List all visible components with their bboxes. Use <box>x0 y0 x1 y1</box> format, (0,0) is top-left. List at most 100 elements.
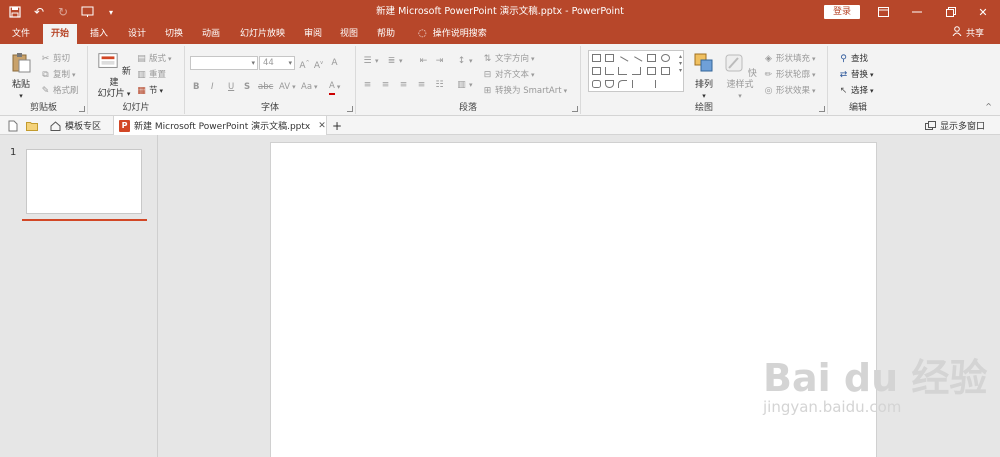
quick-access-toolbar: ↶ ↻ ▾ <box>6 3 120 21</box>
underline-button[interactable]: U <box>228 80 234 94</box>
text-direction-icon: ⇅ <box>483 53 492 64</box>
chevron-down-icon: ▾ <box>288 59 292 67</box>
bold-button[interactable]: B <box>193 80 199 94</box>
line-shape-icon <box>616 56 629 68</box>
numbering-button[interactable]: ≣ ▾ <box>386 54 403 68</box>
tab-design[interactable]: 设计 <box>120 24 154 44</box>
layout-button[interactable]: ▤ 版式 ▾ <box>136 52 171 66</box>
paste-button[interactable]: 粘贴 ▾ <box>6 52 36 102</box>
start-from-beginning-icon[interactable] <box>78 3 96 21</box>
new-slide-button[interactable]: 新建 幻灯片 ▾ <box>94 50 134 100</box>
shape-outline-button[interactable]: ✏ 形状轮廓 ▾ <box>763 68 816 82</box>
align-center-button[interactable]: ≡ <box>380 78 391 92</box>
font-group: ▾ 44 ▾ A^ Av A B I U S abc AV ▾ Aa ▾ A ▾ 字体 <box>185 46 356 114</box>
line-spacing-icon: ↕ <box>457 55 466 66</box>
oval-shape-icon <box>661 54 670 62</box>
tab-view[interactable]: 视图 <box>332 24 366 44</box>
justify-button[interactable]: ≡ <box>416 78 427 92</box>
tab-help[interactable]: 帮助 <box>369 24 403 44</box>
align-text-button[interactable]: ⊟ 对齐文本 ▾ <box>482 68 535 82</box>
bullets-icon: ☰ <box>363 55 372 66</box>
customize-qat-icon[interactable]: ▾ <box>102 3 120 21</box>
section-button[interactable]: ▦ 节 ▾ <box>136 84 163 98</box>
shape-fill-button[interactable]: ◈ 形状填充 ▾ <box>763 52 816 66</box>
new-slide-icon <box>98 53 118 68</box>
quick-styles-button[interactable]: 快速样式 ▾ <box>721 52 759 102</box>
show-multi-window-button[interactable]: 显示多窗口 <box>925 118 985 133</box>
drawing-launcher-icon[interactable] <box>819 106 825 112</box>
font-launcher-icon[interactable] <box>347 106 353 112</box>
increase-font-button[interactable]: A^ <box>299 56 310 71</box>
strikethrough-button[interactable]: abc <box>258 80 273 94</box>
share-label: 共享 <box>965 29 984 39</box>
freeform-shape-icon <box>592 80 601 88</box>
collapse-ribbon-icon[interactable]: ^ <box>985 102 992 111</box>
align-left-icon: ≡ <box>363 79 372 90</box>
close-tab-icon[interactable]: ✕ <box>318 121 326 131</box>
ribbon-display-options-icon[interactable] <box>866 0 900 24</box>
tab-animations[interactable]: 动画 <box>194 24 228 44</box>
font-size-select[interactable]: 44 ▾ <box>259 56 295 70</box>
new-tab-button[interactable]: + <box>332 118 342 133</box>
character-spacing-button[interactable]: AV ▾ <box>279 80 296 94</box>
document-tab[interactable]: P 新建 Microsoft PowerPoint 演示文稿.pptx ✕ <box>113 116 327 135</box>
find-button[interactable]: ⚲ 查找 <box>838 52 868 66</box>
paragraph-launcher-icon[interactable] <box>572 106 578 112</box>
format-painter-button[interactable]: ✎ 格式刷 <box>40 84 79 98</box>
clear-format-button[interactable]: A <box>329 56 340 70</box>
close-icon[interactable]: ✕ <box>966 0 1000 24</box>
decrease-font-button[interactable]: Av <box>313 56 324 71</box>
shadow-button[interactable]: S <box>244 80 250 94</box>
minimize-icon[interactable] <box>900 0 934 24</box>
italic-button[interactable]: I <box>211 80 214 94</box>
login-button[interactable]: 登录 <box>824 5 860 19</box>
arrange-button[interactable]: 排列 ▾ <box>692 52 716 102</box>
ribbon: 粘贴 ▾ ✂ 剪切 ⧉ 复制 ▾ ✎ 格式刷 剪贴板 新建 幻灯片 ▾ ▤ 版式 ▾ ▥ 重置 ▦… <box>0 44 1000 116</box>
tab-home[interactable]: 开始 <box>43 24 78 44</box>
template-zone-tab[interactable]: 模板专区 <box>50 118 101 133</box>
tell-me-search[interactable]: ◌ 操作说明搜索 <box>410 24 495 44</box>
copy-button[interactable]: ⧉ 复制 ▾ <box>40 68 75 82</box>
new-document-icon[interactable] <box>8 118 18 133</box>
smartart-icon: ⊞ <box>483 85 492 96</box>
increase-indent-button[interactable]: ⇥ <box>434 54 445 68</box>
tab-transitions[interactable]: 切换 <box>157 24 191 44</box>
align-right-button[interactable]: ≡ <box>398 78 409 92</box>
slide-thumbnail[interactable] <box>26 149 142 214</box>
editing-group: ⚲ 查找 ⇄ 替换 ▾ ↖ 选择 ▾ 编辑 <box>828 46 888 114</box>
decrease-indent-button[interactable]: ⇤ <box>418 54 429 68</box>
share-button[interactable]: 共享 <box>952 24 984 44</box>
paint-bucket-icon: ◈ <box>765 53 772 64</box>
undo-icon[interactable]: ↶ <box>30 3 48 21</box>
save-icon[interactable] <box>6 3 24 21</box>
change-case-button[interactable]: Aa ▾ <box>301 80 318 94</box>
tab-file[interactable]: 文件 <box>4 24 38 44</box>
redo-icon[interactable]: ↻ <box>54 3 72 21</box>
convert-smartart-button[interactable]: ⊞ 转换为 SmartArt ▾ <box>482 84 567 98</box>
indent-icon: ⇥ <box>435 55 444 66</box>
cut-button[interactable]: ✂ 剪切 <box>40 52 70 66</box>
reset-button[interactable]: ▥ 重置 <box>136 68 166 82</box>
select-button[interactable]: ↖ 选择 ▾ <box>838 84 874 98</box>
gallery-scroll-icon[interactable]: ▴ ▾ ▾ <box>679 53 682 74</box>
bullets-button[interactable]: ☰ ▾ <box>362 54 378 68</box>
distribute-button[interactable]: ☷ <box>434 78 445 92</box>
text-direction-button[interactable]: ⇅ 文字方向 ▾ <box>482 52 535 66</box>
replace-button[interactable]: ⇄ 替换 ▾ <box>838 68 874 82</box>
tab-slideshow[interactable]: 幻灯片放映 <box>232 24 293 44</box>
font-color-button[interactable]: A ▾ <box>329 80 340 95</box>
elbow-connector-shape-icon <box>618 67 627 75</box>
tab-insert[interactable]: 插入 <box>82 24 116 44</box>
clipboard-launcher-icon[interactable] <box>79 106 85 112</box>
line-spacing-button[interactable]: ↕ ▾ <box>456 54 473 68</box>
shapes-gallery[interactable]: ▴ ▾ ▾ <box>588 50 684 92</box>
shape-effects-button[interactable]: ◎ 形状效果 ▾ <box>763 84 816 98</box>
align-left-button[interactable]: ≡ <box>362 78 373 92</box>
editing-label: 编辑 <box>848 103 867 113</box>
tab-review[interactable]: 审阅 <box>296 24 330 44</box>
restore-icon[interactable] <box>934 0 968 24</box>
columns-button[interactable]: ▥ ▾ <box>456 78 472 92</box>
magnifier-icon: ⚲ <box>840 53 847 64</box>
font-name-select[interactable]: ▾ <box>190 56 258 70</box>
open-folder-icon[interactable] <box>26 118 38 133</box>
